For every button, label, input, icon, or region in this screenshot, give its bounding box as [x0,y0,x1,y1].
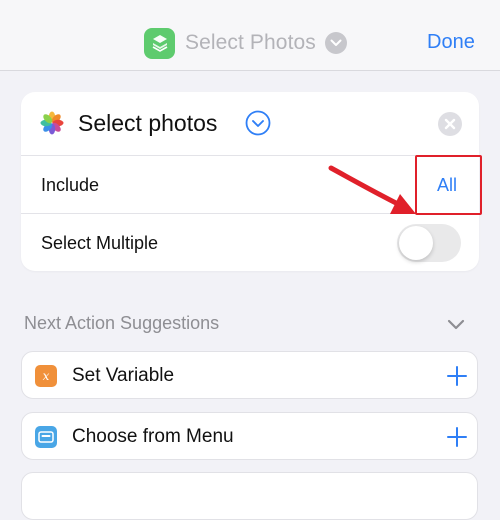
include-label: Include [41,175,100,195]
nav-title: Select Photos [185,31,316,54]
action-card-header: Select photos [21,92,479,156]
photos-app-icon [40,111,64,135]
chevron-down-icon[interactable] [324,32,347,54]
suggestion-set-variable[interactable]: x Set Variable [21,351,478,399]
select-multiple-row: Select Multiple [21,214,479,271]
select-multiple-label: Select Multiple [41,233,159,253]
navigation-bar: Select Photos Done [0,0,500,71]
suggestion-partial[interactable] [21,472,478,520]
svg-text:x: x [43,369,50,383]
annotation-highlight-box [415,155,482,215]
select-multiple-toggle[interactable] [397,224,461,262]
menu-icon [35,426,57,448]
suggestion-label: Set Variable [72,365,175,386]
remove-action-icon[interactable] [438,112,462,136]
add-icon[interactable] [446,365,468,387]
suggestion-label: Choose from Menu [72,426,234,447]
shortcuts-app-icon [144,27,175,59]
suggestion-choose-from-menu[interactable]: Choose from Menu [21,412,478,460]
action-title: Select photos [78,110,218,136]
shortcut-title-menu[interactable]: Select Photos [144,26,347,60]
suggestions-header: Next Action Suggestions [24,313,220,333]
variable-icon: x [35,365,57,387]
expand-chevron-icon[interactable] [245,110,271,136]
chevron-down-icon[interactable] [446,315,466,333]
add-icon[interactable] [446,426,468,448]
annotation-arrow-icon [328,165,416,214]
toggle-knob [399,226,433,260]
done-button[interactable]: Done [427,31,475,54]
